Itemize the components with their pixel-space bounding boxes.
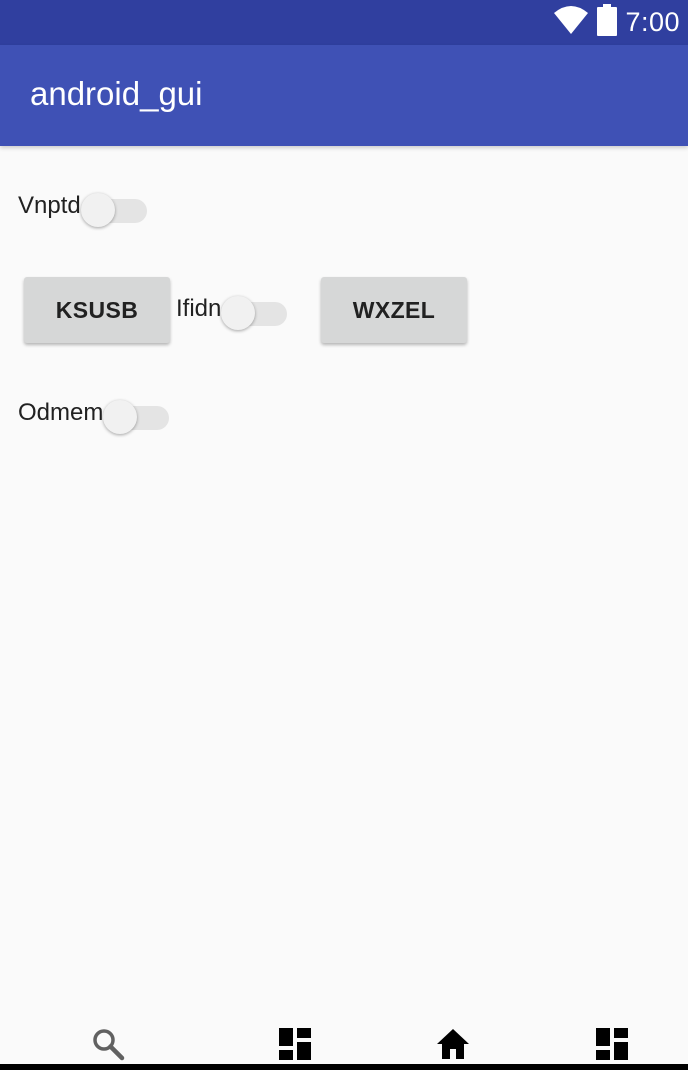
ksusb-button[interactable]: KSUSB bbox=[24, 277, 170, 343]
switch-label-vnptd: Vnptd bbox=[18, 192, 81, 219]
bottom-nav bbox=[0, 1010, 688, 1070]
search-icon[interactable] bbox=[90, 1026, 126, 1062]
switch-row-ifidn[interactable]: Ifidn bbox=[176, 291, 288, 330]
switch-vnptd[interactable] bbox=[80, 188, 147, 227]
home-icon[interactable] bbox=[435, 1026, 471, 1062]
status-icons: 7:00 bbox=[553, 0, 680, 45]
switch-ifidn[interactable] bbox=[221, 291, 288, 330]
dashboard-icon[interactable] bbox=[277, 1026, 313, 1062]
status-bar: 7:00 bbox=[0, 0, 688, 45]
switch-odmem[interactable] bbox=[103, 395, 170, 434]
switch-label-odmem: Odmem bbox=[18, 399, 104, 426]
app-title: android_gui bbox=[30, 75, 203, 112]
wxzel-button[interactable]: WXZEL bbox=[321, 277, 467, 343]
switch-row-vnptd[interactable]: Vnptd bbox=[18, 188, 147, 227]
battery-icon bbox=[597, 4, 618, 41]
status-time: 7:00 bbox=[625, 7, 680, 37]
switch-label-ifidn: Ifidn bbox=[176, 295, 222, 322]
dashboard-icon[interactable] bbox=[594, 1026, 630, 1062]
wifi-icon bbox=[553, 5, 589, 40]
app-bar: android_gui bbox=[0, 45, 688, 146]
switch-row-odmem[interactable]: Odmem bbox=[18, 395, 170, 434]
bottom-edge bbox=[0, 1064, 688, 1070]
switch-thumb bbox=[80, 193, 115, 227]
